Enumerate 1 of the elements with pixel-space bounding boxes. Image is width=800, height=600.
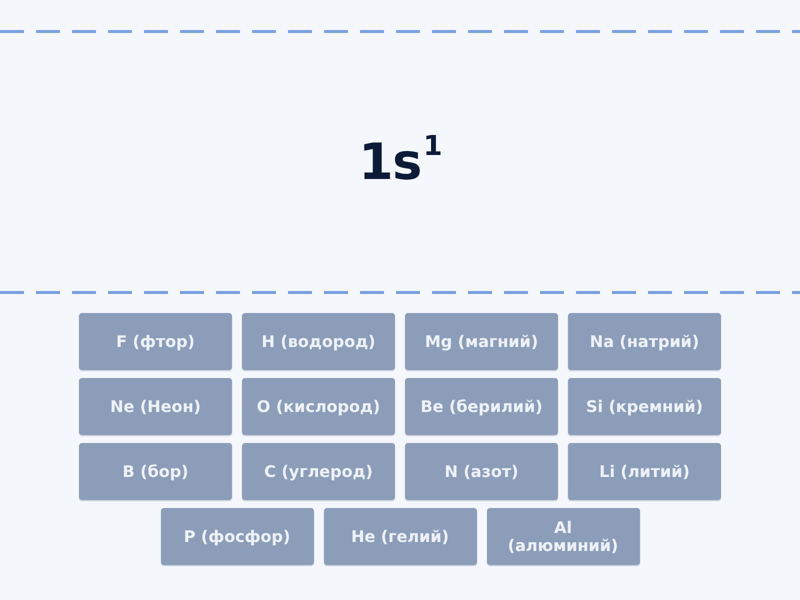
electron-configuration: 1s$^{1}$ xyxy=(358,134,442,190)
